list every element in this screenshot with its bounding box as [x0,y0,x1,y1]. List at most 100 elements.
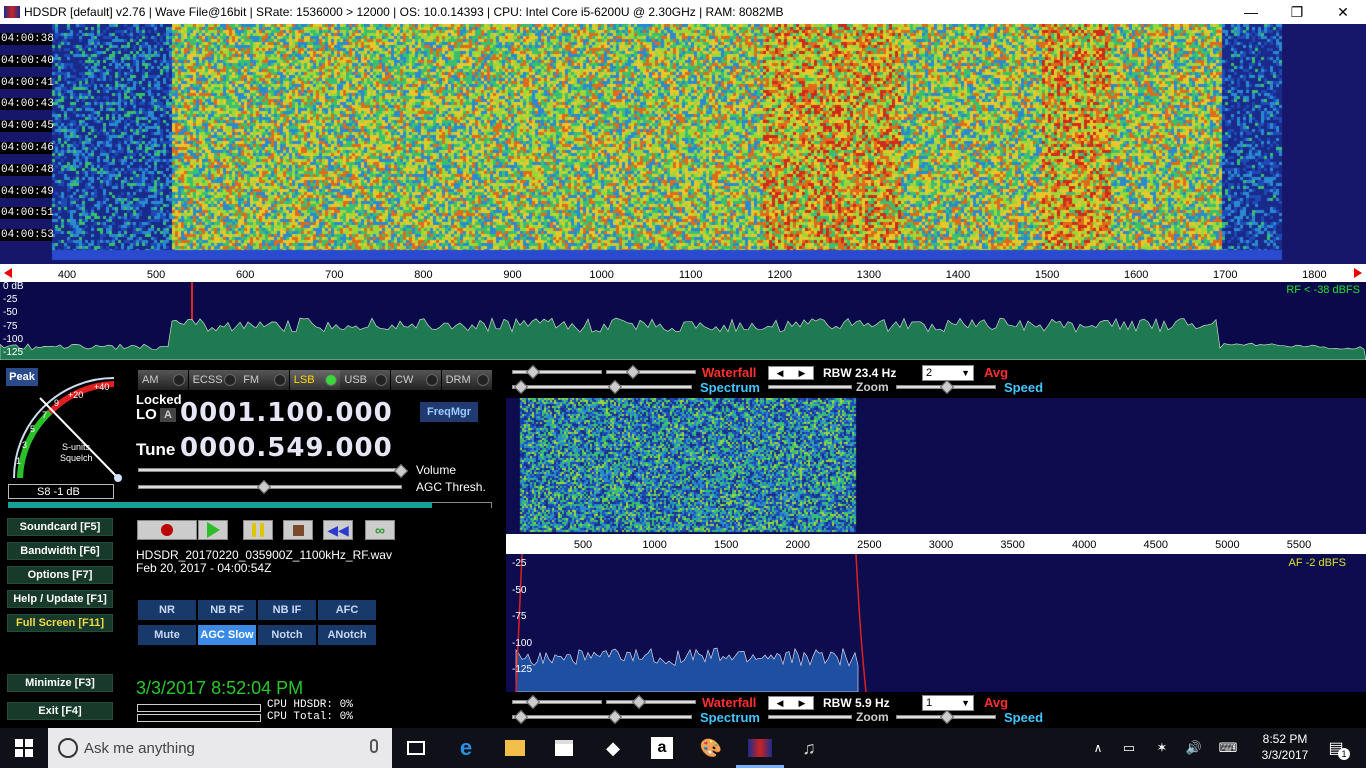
mode-button-usb[interactable]: USB [340,370,391,390]
pause-button[interactable] [243,520,273,540]
svg-text:S-units: S-units [62,442,91,452]
anotch-button[interactable]: ANotch [318,625,376,645]
nb-if-button[interactable]: NB IF [258,600,316,620]
lo-a-badge[interactable]: A [160,408,176,422]
volume-slider[interactable] [138,468,402,472]
file-explorer-icon[interactable] [503,736,527,760]
mode-button-ecss[interactable]: ECSS [188,370,239,390]
af-spectrum-trace [515,647,859,692]
af-top-avg-select[interactable]: 2 ▼ [922,365,974,381]
hdsdr-taskbar-icon[interactable] [748,736,772,760]
scroll-right-icon[interactable] [1354,268,1362,278]
af-waterfall-canvas[interactable] [506,398,1366,534]
af-zoom-slider[interactable] [768,385,852,389]
volume-slider-thumb[interactable] [393,463,409,479]
scroll-left-icon[interactable] [4,268,12,278]
af-axis-tick: 3500 [1000,539,1025,551]
af-top-rbw: RBW 23.4 Hz [823,366,897,380]
wav-filename: HDSDR_20170220_035900Z_1100kHz_RF.wav [136,548,392,562]
notch-button[interactable]: Notch [258,625,316,645]
play-button[interactable] [198,520,228,540]
svg-text:7: 7 [42,410,47,420]
af-bottom-spectrum-label: Spectrum [700,710,760,725]
afc-button[interactable]: AFC [318,600,376,620]
edge-icon[interactable]: e [454,735,478,760]
bandwidth-button[interactable]: Bandwidth [F6] [7,542,113,560]
exit-button[interactable]: Exit [F4] [7,702,113,720]
af-top-nav-buttons[interactable]: ◀ ▶ [768,366,814,380]
tune-frequency[interactable]: 0000.549.000 [180,433,393,463]
loop-button[interactable]: ∞ [365,520,395,540]
minimize-button[interactable]: Minimize [F3] [7,674,113,692]
rf-waterfall[interactable]: 04:00:38 04:00:40 04:00:41 04:00:43 04:00:45… [0,24,1366,264]
control-panel: 1 3 5 7 9 +20 +40 S-units Squelch Peak S… [0,360,1366,728]
svg-text:3: 3 [22,440,27,450]
rewind-button[interactable]: ◀◀ [323,520,353,540]
record-button[interactable] [137,520,197,540]
agc-slow-button[interactable]: AGC Slow [198,625,256,645]
mute-button[interactable]: Mute [138,625,196,645]
battery-icon[interactable]: ▭ [1117,736,1141,760]
af-bottom-avg-select[interactable]: 1 ▼ [922,695,974,711]
af-bottom-nav-buttons[interactable]: ◀ ▶ [768,696,814,710]
cortana-search-box[interactable]: Ask me anything [48,728,392,768]
windows-taskbar: Ask me anything e ◆ a 🎨 ♫ ∧ ▭ ✶ 🔊 ⌨ 8:52… [0,728,1366,768]
amazon-icon[interactable]: a [650,736,674,760]
af-display: Waterfall ◀ ▶ RBW 23.4 Hz 2 ▼ Avg Spectrum… [506,360,1366,728]
options-button[interactable]: Options [F7] [7,566,113,584]
close-window-button[interactable]: ✕ [1320,0,1366,24]
keyboard-icon[interactable]: ⌨ [1216,736,1240,760]
signal-level-bar [8,502,432,508]
hdsdr-app-icon [4,6,20,18]
windows-start-icon[interactable] [12,736,36,760]
waterfall-time-label: 04:00:40 [0,54,54,67]
cpu-hdsdr-readout: CPU HDSDR: 0% [267,699,353,711]
full-screen-button[interactable]: Full Screen [F11] [7,614,113,632]
freqmgr-button[interactable]: FreqMgr [420,402,478,422]
af-waterfall-brightness-slider[interactable] [606,370,696,374]
show-hidden-icons-icon[interactable]: ∧ [1086,736,1110,760]
wifi-icon[interactable]: ✶ [1150,736,1174,760]
stop-button[interactable] [283,520,313,540]
waterfall-time-label: 04:00:53 [0,229,54,242]
af-db-label: -50 [512,584,527,596]
lo-frequency[interactable]: 0001.100.000 [180,398,393,428]
paint-icon[interactable]: 🎨 [699,736,723,760]
af-axis-tick: 2000 [785,539,811,551]
rf-waterfall-canvas[interactable] [0,24,1366,264]
volume-icon[interactable]: 🔊 [1182,736,1206,760]
dropbox-icon[interactable]: ◆ [601,736,625,760]
mode-button-drm[interactable]: DRM [441,370,492,390]
rf-spectrum[interactable]: 0 dB -25 -50 -75 -100 -125 RF < -38 dBFS [0,282,1366,360]
af-top-controls: Waterfall ◀ ▶ RBW 23.4 Hz 2 ▼ Avg Spectrum… [506,364,1366,395]
help-update-button[interactable]: Help / Update [F1] [7,590,113,608]
restore-window-button[interactable]: ❐ [1274,0,1320,24]
mode-button-fm[interactable]: FM [239,370,290,390]
af-spectrum[interactable]: -25 -50 -75 -100 -125 AF -2 dBFS [506,554,1366,692]
af-waterfall[interactable] [506,398,1366,534]
peak-button[interactable]: Peak [6,368,38,386]
af-axis-tick: 2500 [857,539,882,551]
svg-text:Squelch: Squelch [60,453,93,463]
soundcard-button[interactable]: Soundcard [F5] [7,518,113,536]
taskbar-time[interactable]: 8:52 PM [1252,732,1318,746]
rf-frequency-axis[interactable]: 400 500 600 700 800 900 1000 1100 1200 1300 1400 15… [0,264,1366,282]
af-spectrum-slider[interactable] [512,385,692,389]
task-view-icon[interactable] [404,736,428,760]
mode-button-am[interactable]: AM [138,370,188,390]
taskbar-date[interactable]: 3/3/2017 [1252,748,1318,762]
microphone-icon[interactable] [370,739,378,753]
squelch-knob[interactable] [114,474,122,482]
mode-button-lsb[interactable]: LSB [289,370,340,390]
minimize-window-button[interactable]: — [1228,0,1274,24]
audio-app-icon[interactable]: ♫ [797,736,821,760]
mode-button-cw[interactable]: CW [391,370,441,390]
nr-button[interactable]: NR [138,600,196,620]
mode-led-icon [426,374,438,386]
mode-label: LSB [293,374,315,386]
agc-threshold-slider-thumb[interactable] [256,479,271,495]
store-icon[interactable] [552,736,576,760]
nb-rf-button[interactable]: NB RF [198,600,256,620]
af-frequency-axis[interactable]: 500 1000 1500 2000 2500 3000 3500 4000 4500 5000 5… [506,534,1366,554]
af-db-label: -75 [512,611,527,622]
